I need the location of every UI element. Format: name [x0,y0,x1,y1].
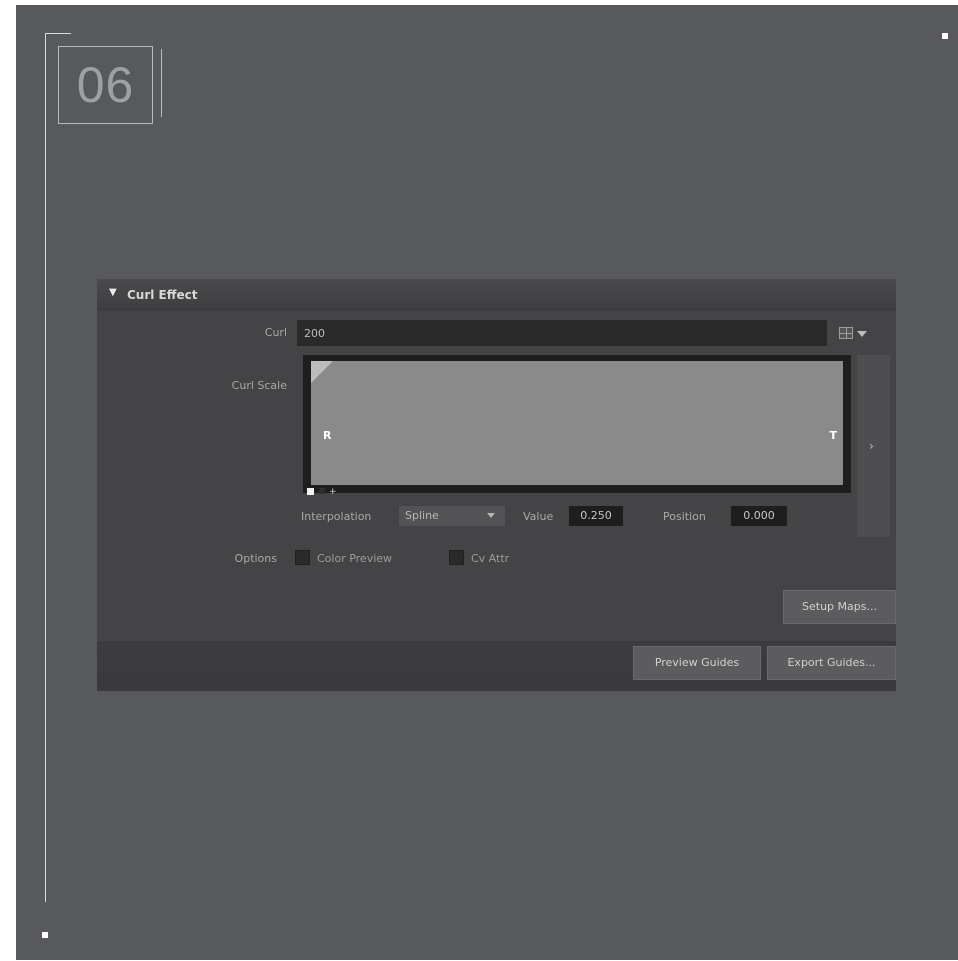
value-input[interactable]: 0.250 [569,506,623,526]
ramp-left-marker: R [323,429,332,442]
panel-header[interactable]: ▼ Curl Effect [97,279,896,311]
interpolation-value: Spline [405,509,439,522]
cv-attr-checkbox[interactable] [449,550,464,565]
curl-effect-panel: ▼ Curl Effect Curl 200 Curl Scale R T + … [97,279,896,691]
curl-input[interactable]: 200 [297,320,827,346]
map-grid-icon[interactable] [839,327,853,339]
position-input[interactable]: 0.000 [731,506,787,526]
color-preview-checkbox[interactable] [295,550,310,565]
ramp-key-icon[interactable] [319,488,325,494]
chevron-down-icon[interactable] [857,331,867,337]
cv-attr-label: Cv Attr [471,552,510,565]
ramp-add-key-icon[interactable]: + [329,487,337,497]
ramp-expand-panel[interactable]: › [857,355,890,537]
panel-title: Curl Effect [127,288,198,302]
frame-left-line [45,33,46,902]
position-label: Position [663,510,706,523]
curl-scale-ramp-frame[interactable]: R T [303,355,851,493]
chevron-down-icon [487,513,495,518]
curl-scale-ramp[interactable]: R T [311,361,843,485]
curl-label: Curl [264,326,287,339]
ramp-key-selected-icon[interactable] [307,488,314,495]
slide-number-divider [161,49,162,117]
color-preview-label: Color Preview [317,552,393,565]
collapse-triangle-icon[interactable]: ▼ [109,287,117,298]
interpolation-label: Interpolation [301,510,372,523]
slide-number: 06 [58,46,153,124]
ramp-curve-handle-icon[interactable] [311,361,333,383]
curl-scale-label: Curl Scale [231,379,287,392]
value-label: Value [523,510,554,523]
corner-dot-top-right [942,33,948,39]
chevron-right-icon[interactable]: › [869,439,874,453]
interpolation-dropdown[interactable]: Spline [399,506,505,526]
ramp-right-marker: T [829,429,837,442]
export-guides-button[interactable]: Export Guides... [767,646,896,680]
preview-guides-button[interactable]: Preview Guides [633,646,761,680]
setup-maps-button[interactable]: Setup Maps... [783,590,896,624]
frame-top-line [45,33,71,34]
corner-dot-bottom-left [42,932,48,938]
options-label: Options [234,552,277,565]
